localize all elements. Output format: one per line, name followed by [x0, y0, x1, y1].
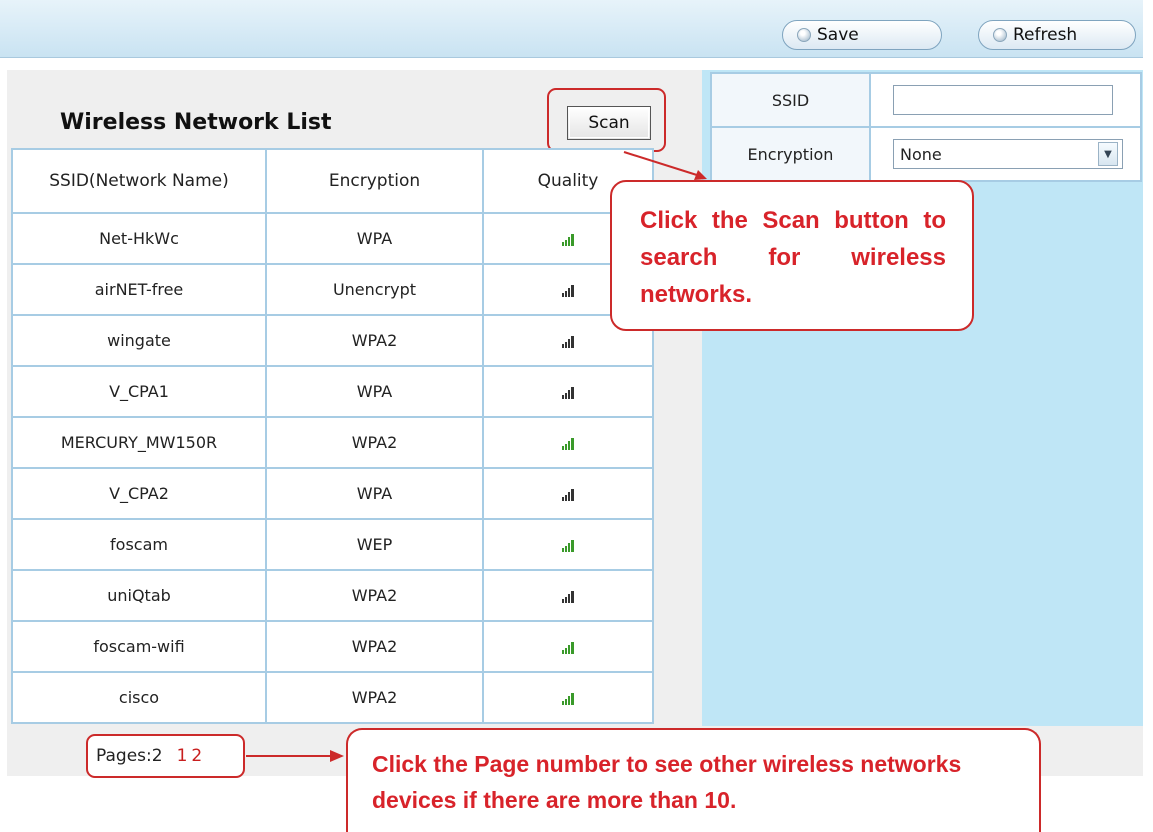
encryption-value: None [900, 144, 942, 164]
quality-cell [482, 518, 654, 571]
encryption-cell: WPA2 [265, 671, 484, 724]
ssid-cell: MERCURY_MW150R [11, 416, 267, 469]
page-callout: Click the Page number to see other wirel… [346, 728, 1041, 832]
signal-strength-icon [562, 335, 574, 348]
scan-button[interactable]: Scan [567, 106, 651, 140]
table-row[interactable]: uniQtab WPA2 [11, 569, 654, 622]
encryption-cell: WPA2 [265, 314, 484, 367]
ssid-input[interactable] [893, 85, 1113, 115]
save-label: Save [817, 25, 859, 45]
signal-strength-icon [562, 386, 574, 399]
top-toolbar [0, 0, 1143, 58]
refresh-label: Refresh [1013, 25, 1078, 45]
ssid-cell: V_CPA2 [11, 467, 267, 520]
column-header-ssid: SSID(Network Name) [11, 148, 267, 214]
encryption-cell: WPA2 [265, 569, 484, 622]
scan-callout: Click the Scan button to search for wire… [610, 180, 974, 331]
pages-label: Pages:2 [96, 746, 163, 766]
table-row[interactable]: foscam-wifi WPA2 [11, 620, 654, 673]
ssid-cell: V_CPA1 [11, 365, 267, 418]
table-row[interactable]: foscam WEP [11, 518, 654, 571]
ssid-cell: uniQtab [11, 569, 267, 622]
encryption-cell: WPA2 [265, 416, 484, 469]
quality-cell [482, 467, 654, 520]
ssid-cell: foscam [11, 518, 267, 571]
table-row[interactable]: airNET-free Unencrypt [11, 263, 654, 316]
network-table: SSID(Network Name) Encryption Quality Ne… [11, 148, 654, 724]
table-row[interactable]: V_CPA2 WPA [11, 467, 654, 520]
refresh-icon [993, 28, 1007, 42]
ssid-cell: airNET-free [11, 263, 267, 316]
column-header-encryption: Encryption [265, 148, 484, 214]
encryption-cell: WPA [265, 467, 484, 520]
encryption-cell: WEP [265, 518, 484, 571]
encryption-cell: WPA2 [265, 620, 484, 673]
pagination: Pages:2 1 2 [86, 734, 245, 778]
table-row[interactable]: V_CPA1 WPA [11, 365, 654, 418]
signal-strength-icon [562, 590, 574, 603]
chevron-down-icon[interactable]: ▼ [1098, 142, 1118, 166]
page-link-1[interactable]: 1 [177, 746, 188, 766]
ssid-label: SSID [710, 72, 871, 128]
signal-strength-icon [562, 284, 574, 297]
signal-strength-icon [562, 488, 574, 501]
save-button[interactable]: Save [782, 20, 942, 50]
save-icon [797, 28, 811, 42]
ssid-cell: Net-HkWc [11, 212, 267, 265]
encryption-cell: WPA [265, 212, 484, 265]
quality-cell [482, 569, 654, 622]
signal-strength-icon [562, 539, 574, 552]
refresh-button[interactable]: Refresh [978, 20, 1136, 50]
signal-strength-icon [562, 233, 574, 246]
page-link-2[interactable]: 2 [191, 746, 202, 766]
encryption-cell: WPA [265, 365, 484, 418]
quality-cell [482, 365, 654, 418]
encryption-cell: Unencrypt [265, 263, 484, 316]
table-row[interactable]: wingate WPA2 [11, 314, 654, 367]
encryption-select[interactable]: None ▼ [893, 139, 1123, 169]
encryption-label: Encryption [710, 126, 871, 182]
ssid-cell: foscam-wifi [11, 620, 267, 673]
list-title: Wireless Network List [60, 110, 332, 135]
quality-cell [482, 620, 654, 673]
table-header-row: SSID(Network Name) Encryption Quality [11, 148, 654, 214]
quality-cell [482, 416, 654, 469]
table-row[interactable]: Net-HkWc WPA [11, 212, 654, 265]
quality-cell [482, 671, 654, 724]
signal-strength-icon [562, 692, 574, 705]
signal-strength-icon [562, 641, 574, 654]
table-row[interactable]: cisco WPA2 [11, 671, 654, 724]
ssid-cell: cisco [11, 671, 267, 724]
table-row[interactable]: MERCURY_MW150R WPA2 [11, 416, 654, 469]
ssid-cell: wingate [11, 314, 267, 367]
signal-strength-icon [562, 437, 574, 450]
wireless-settings-form: SSID Encryption None ▼ [710, 72, 1142, 182]
